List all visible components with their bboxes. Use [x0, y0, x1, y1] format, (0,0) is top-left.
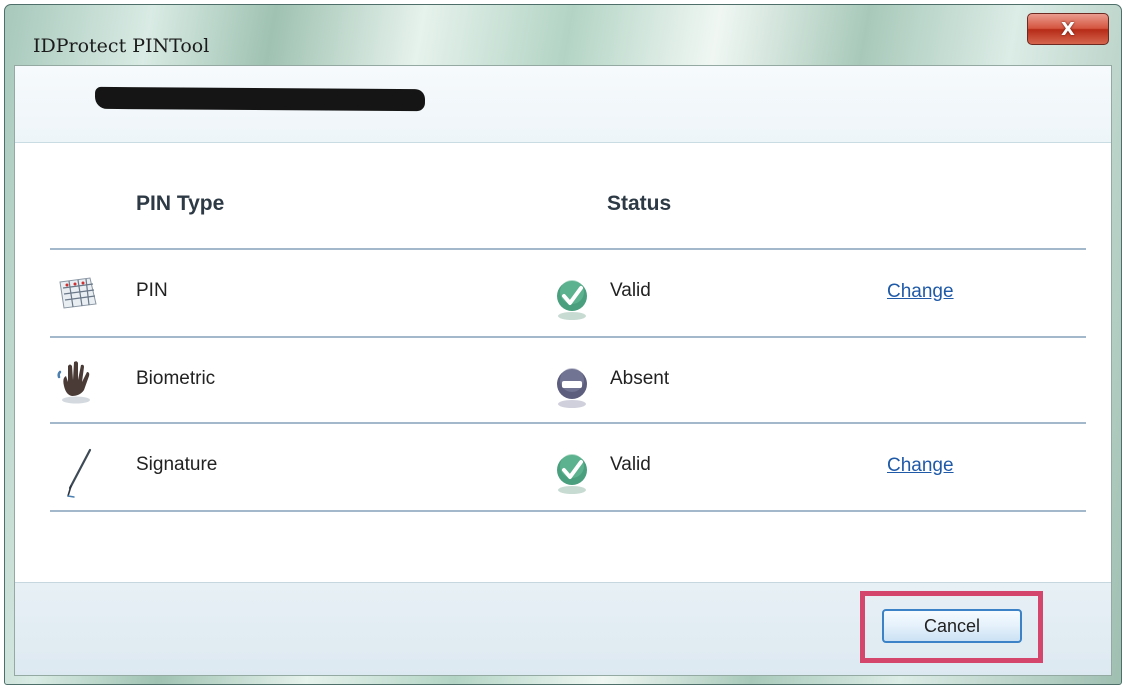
pen-signature-icon — [54, 442, 98, 498]
pin-type-row-signature: Signature Valid Change — [50, 424, 1086, 510]
header-band — [15, 66, 1111, 143]
change-pin-link[interactable]: Change — [887, 281, 954, 303]
status-text: Valid — [610, 280, 651, 301]
hand-biometric-icon — [54, 356, 98, 406]
pin-type-label: Biometric — [136, 368, 216, 389]
window-title: IDProtect PINTool — [33, 35, 210, 57]
status-text: Absent — [610, 368, 670, 389]
status-text: Valid — [610, 454, 651, 475]
row-divider — [50, 510, 1086, 512]
column-header-status: Status — [607, 192, 672, 215]
column-header-pin-type: PIN Type — [136, 192, 225, 215]
close-button[interactable]: X — [1027, 13, 1109, 45]
pin-type-row-biometric: Biometric Absent — [50, 338, 1086, 424]
footer-band: Cancel — [15, 582, 1111, 675]
redacted-device-name — [94, 86, 426, 112]
pin-type-row-pin: PIN Valid Change — [50, 250, 1086, 336]
title-bar[interactable]: IDProtect PINTool X — [5, 5, 1121, 65]
minus-absent-icon — [550, 360, 594, 412]
dialog-client-area: PIN Type Status PIN Valid Change Biometr… — [14, 65, 1112, 676]
check-valid-icon — [550, 272, 594, 324]
cancel-highlight-box: Cancel — [860, 591, 1043, 663]
pin-keypad-icon — [54, 268, 98, 318]
change-signature-link[interactable]: Change — [887, 455, 954, 477]
pin-type-label: PIN — [136, 280, 168, 301]
close-icon: X — [1061, 18, 1075, 40]
pin-type-label: Signature — [136, 454, 218, 475]
pintool-window: IDProtect PINTool X PIN Type Status PIN … — [4, 4, 1122, 685]
cancel-button[interactable]: Cancel — [882, 609, 1022, 643]
check-valid-icon — [550, 446, 594, 498]
